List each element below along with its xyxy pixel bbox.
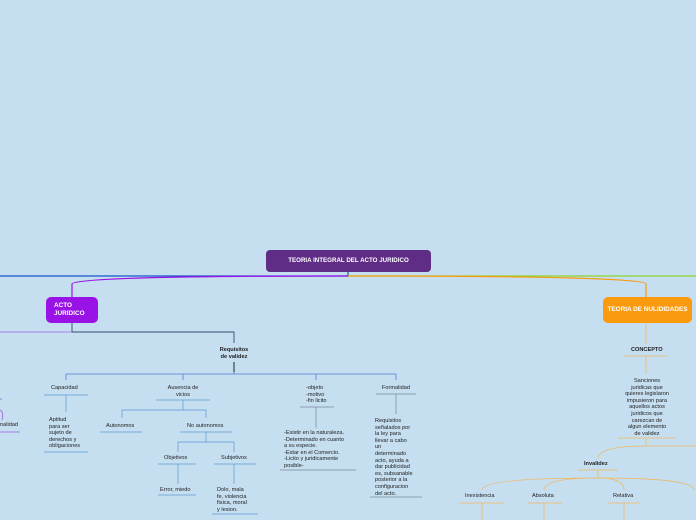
topic-inexistencia[interactable]: Inexistencia: [465, 493, 495, 500]
topic-ausencia-vicios[interactable]: Ausencia de vicios: [155, 385, 211, 398]
topic-objeto-motivo-fin[interactable]: -objeto -motivo -fin licito: [306, 385, 327, 405]
topic-subjetivos[interactable]: Subjetivos: [221, 455, 247, 462]
root-topic[interactable]: TEORIA INTEGRAL DEL ACTO JURIDICO: [266, 250, 431, 272]
topic-requisitos-validez[interactable]: Requisitos de validez: [208, 347, 260, 360]
note-formalidad[interactable]: Requisitos señalados por la ley para lle…: [375, 418, 413, 497]
topic-concepto[interactable]: CONCEPTO: [631, 347, 663, 354]
topic-objetivos[interactable]: Objetivos: [164, 455, 187, 462]
topic-capacidad[interactable]: Capacidad: [51, 385, 78, 392]
note-capacidad[interactable]: Aptitud para ser sujeto de derechos y ob…: [49, 417, 80, 450]
note-objetivos[interactable]: Error, miedo: [160, 487, 190, 494]
topic-formalidad[interactable]: Formalidad: [382, 385, 410, 392]
note-concepto[interactable]: Sanciones juridicas que quieres legislar…: [617, 378, 677, 437]
topic-autonomos[interactable]: Autonomos: [106, 423, 134, 430]
branch-acto-juridico[interactable]: ACTO JURIDICO: [46, 297, 98, 323]
topic-absoluta[interactable]: Absoluta: [532, 493, 554, 500]
note-subjetivos[interactable]: Dolo, mala fe, violencia fisica, moral y…: [217, 487, 247, 513]
topic-relativa[interactable]: Relativa: [613, 493, 633, 500]
topic-no-autonomos[interactable]: No autonomos: [187, 423, 223, 430]
topic-left-partial[interactable]: nalidad: [0, 422, 18, 429]
note-objeto[interactable]: -Existir en la naturaleza. -Determinado …: [284, 430, 344, 470]
branch-teoria-nulididades[interactable]: TEORIA DE NULIDIDADES: [603, 297, 692, 323]
mind-map-canvas: TEORIA INTEGRAL DEL ACTO JURIDICO ACTO J…: [0, 0, 696, 520]
topic-invalidez[interactable]: Invalidez: [584, 461, 608, 468]
